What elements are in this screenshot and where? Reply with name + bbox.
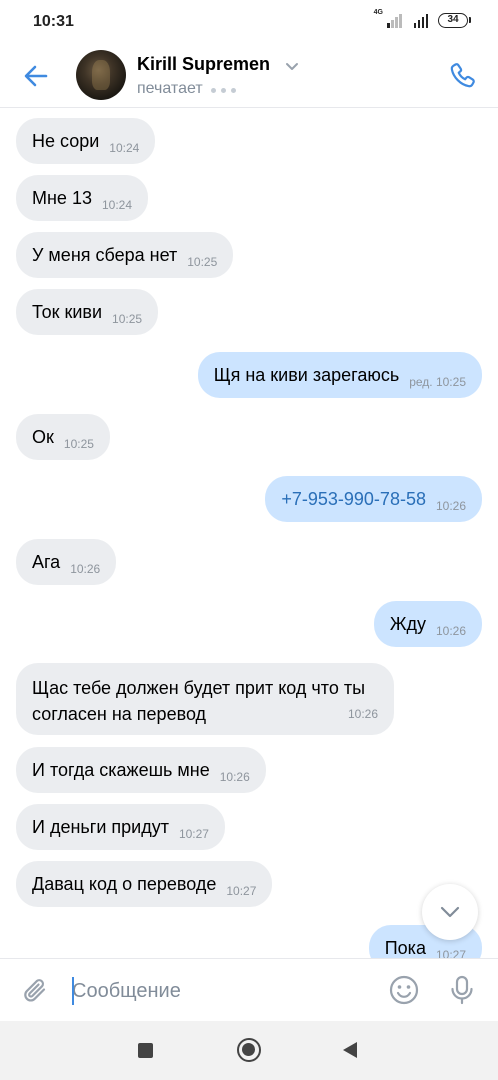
call-button[interactable] [444, 58, 480, 94]
message-bubble-incoming[interactable]: Щас тебе должен будет прит код что ты со… [16, 663, 394, 735]
message-bubble-incoming[interactable]: У меня сбера нет 10:25 [16, 232, 234, 278]
contact-name[interactable]: Kirill Supremen [137, 54, 270, 75]
message-bubble-incoming[interactable]: Не сори 10:24 [16, 118, 156, 164]
message-list[interactable]: Не сори 10:24 Мне 13 10:24 У меня сбера … [0, 109, 498, 958]
chat-header: Kirill Supremen печатает [0, 44, 498, 108]
attach-button[interactable] [18, 973, 54, 1009]
message-bubble-incoming[interactable]: И деньги придут 10:27 [16, 804, 225, 850]
typing-status-text: печатает [137, 80, 203, 97]
contact-status: печатает [137, 80, 236, 98]
network-type-label: 4G [373, 9, 383, 16]
message-time: ред. 10:25 [409, 375, 466, 389]
microphone-icon [451, 975, 473, 1005]
message-bubble-outgoing[interactable]: Щя на киви зарегаюсь ред. 10:25 [197, 352, 482, 398]
message-bubble-incoming[interactable]: Ок 10:25 [16, 414, 110, 460]
status-time: 10:31 [33, 13, 74, 30]
message-input[interactable] [72, 971, 372, 1011]
message-time: 10:26 [435, 624, 466, 638]
signal-icon [413, 12, 428, 28]
message-time: 10:27 [226, 884, 257, 898]
message-text: Жду [389, 613, 426, 634]
message-bubble-incoming[interactable]: Ага 10:26 [16, 539, 117, 585]
arrow-left-icon [24, 65, 48, 87]
message-text: И тогда скажешь мне [32, 759, 210, 780]
message-time: 10:26 [70, 562, 101, 576]
message-time: 10:26 [435, 499, 466, 513]
message-text: Ток киви [32, 301, 103, 322]
phone-icon [450, 63, 475, 88]
message-time: 10:27 [178, 827, 209, 841]
back-triangle-icon[interactable] [343, 1042, 357, 1058]
message-text: Щя на киви зарегаюсь [213, 364, 400, 385]
home-icon[interactable] [237, 1038, 261, 1062]
voice-message-button[interactable] [444, 972, 480, 1008]
emoji-button[interactable] [386, 972, 422, 1008]
message-time: 10:25 [112, 312, 143, 326]
battery-icon: 34 [438, 12, 471, 28]
text-cursor [72, 977, 74, 1005]
message-text: И деньги придут [32, 816, 169, 837]
chevron-down-icon[interactable] [284, 60, 300, 72]
status-bar: 10:31 4G 34 [0, 0, 498, 44]
message-text: Ага [32, 551, 61, 572]
message-time: 10:26 [219, 770, 250, 784]
message-text: Давац код о переводе [32, 873, 217, 894]
message-time: 10:24 [109, 141, 140, 155]
message-composer [0, 958, 498, 1021]
system-navigation-bar [0, 1021, 498, 1080]
phone-number-link[interactable]: +7-953-990-78-58 [281, 489, 426, 510]
message-text: Мне 13 [32, 187, 92, 208]
signal-icon [387, 12, 402, 28]
message-time: 10:26 [347, 707, 378, 721]
message-bubble-incoming[interactable]: Давац код о переводе 10:27 [16, 861, 273, 907]
message-bubble-outgoing[interactable]: +7-953-990-78-58 10:26 [265, 476, 482, 522]
message-text: Щас тебе должен будет прит код что ты со… [32, 678, 366, 724]
message-text: Не сори [32, 130, 100, 151]
avatar[interactable] [76, 50, 126, 100]
typing-dots-icon [210, 87, 236, 93]
message-bubble-incoming[interactable]: Мне 13 10:24 [16, 175, 148, 221]
smile-icon [389, 975, 419, 1005]
message-bubble-incoming[interactable]: И тогда скажешь мне 10:26 [16, 747, 266, 793]
status-icons: 4G 34 [373, 9, 471, 28]
recent-apps-icon[interactable] [138, 1043, 153, 1058]
chevron-down-icon [440, 906, 460, 918]
message-time: 10:25 [187, 255, 218, 269]
message-time: 10:24 [101, 198, 132, 212]
message-text: Пока [384, 937, 426, 958]
back-button[interactable] [18, 58, 54, 94]
message-text: Ок [32, 426, 54, 447]
message-text: У меня сбера нет [32, 244, 178, 265]
paperclip-icon [24, 979, 46, 1002]
message-time: 10:25 [63, 437, 94, 451]
message-bubble-outgoing[interactable]: Жду 10:26 [373, 601, 482, 647]
scroll-down-button[interactable] [422, 884, 478, 940]
message-bubble-incoming[interactable]: Ток киви 10:25 [16, 289, 159, 335]
message-time: 10:27 [435, 948, 466, 958]
